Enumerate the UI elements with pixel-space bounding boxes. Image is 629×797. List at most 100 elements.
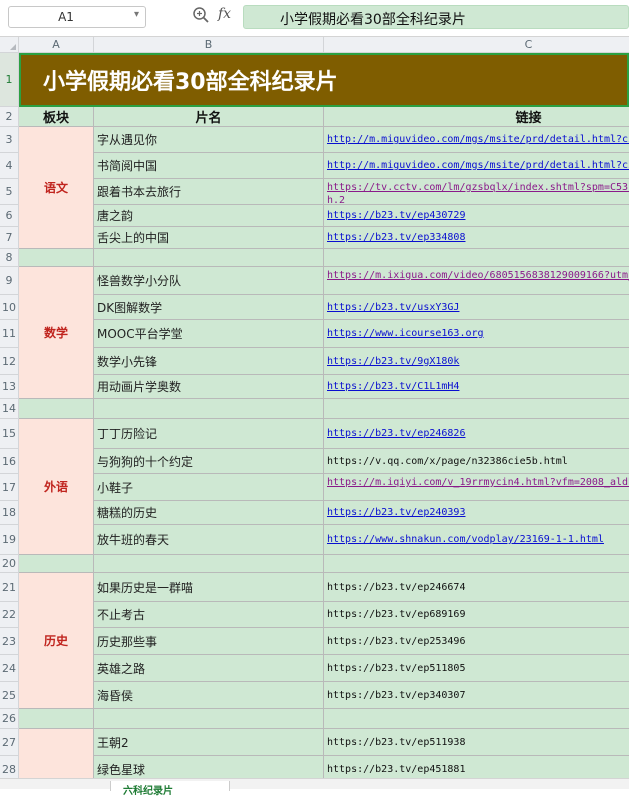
link-cell[interactable]: https://b23.tv/ep511805 [324,655,629,682]
row-header-26[interactable]: 26 [0,709,19,729]
empty-cell[interactable] [94,249,324,267]
row-header-22[interactable]: 22 [0,602,19,628]
empty-cell[interactable] [324,399,629,419]
column-header-c[interactable]: C [324,37,629,53]
row-header-1[interactable]: 1 [0,53,19,107]
link-cell[interactable]: https://m.ixigua.com/video/6805156838129… [324,267,629,295]
film-name-cell[interactable]: 字从遇见你 [94,127,324,153]
empty-cell[interactable] [19,555,94,573]
link-cell[interactable]: https://b23.tv/9gX180k [324,348,629,375]
link-cell[interactable]: https://m.iqiyi.com/v_19rrmycin4.html?vf… [324,474,629,501]
link-cell[interactable]: https://b23.tv/ep334808 [324,227,629,249]
empty-cell[interactable] [324,249,629,267]
category-cell[interactable]: 语文 [19,127,94,249]
row-header-24[interactable]: 24 [0,655,19,682]
row-header-8[interactable]: 8 [0,249,19,267]
link-cell[interactable]: https://b23.tv/ep246826 [324,419,629,449]
header-link[interactable]: 链接 [324,107,629,127]
sheet-tab[interactable]: 六科纪录片 [110,781,230,797]
link-cell[interactable]: https://b23.tv/ep430729 [324,205,629,227]
row-header-21[interactable]: 21 [0,573,19,602]
empty-cell[interactable] [94,399,324,419]
link-cell[interactable]: https://www.shnakun.com/vodplay/23169-1-… [324,525,629,555]
row-header-10[interactable]: 10 [0,295,19,320]
row-header-27[interactable]: 27 [0,729,19,756]
row-header-23[interactable]: 23 [0,628,19,655]
row-header-20[interactable]: 20 [0,555,19,573]
film-name-cell[interactable]: 跟着书本去旅行 [94,179,324,205]
link-cell[interactable]: https://b23.tv/C1L1mH4 [324,375,629,399]
column-header-b[interactable]: B [94,37,324,53]
link-cell[interactable]: https://b23.tv/ep240393 [324,501,629,525]
function-icon[interactable]: fx [218,6,231,22]
row-header-4[interactable]: 4 [0,153,19,179]
link-cell[interactable]: https://tv.cctv.com/lm/gzsbqlx/index.sht… [324,179,629,205]
film-name-cell[interactable]: DK图解数学 [94,295,324,320]
link-cell[interactable]: http://m.miguvideo.com/mgs/msite/prd/det… [324,153,629,179]
film-name-cell[interactable]: 海昏侯 [94,682,324,709]
category-cell[interactable]: 历史 [19,573,94,709]
row-header-5[interactable]: 5 [0,179,19,205]
link-cell[interactable]: https://www.icourse163.org [324,320,629,348]
empty-cell[interactable] [94,709,324,729]
category-cell[interactable]: 数学 [19,267,94,399]
title-cell[interactable]: 小学假期必看30部全科纪录片 [19,53,629,107]
film-name-cell[interactable]: 放牛班的春天 [94,525,324,555]
formula-input[interactable]: 小学假期必看30部全科纪录片 [243,5,629,29]
chevron-down-icon[interactable]: ▾ [134,9,139,20]
header-name[interactable]: 片名 [94,107,324,127]
link-cell[interactable]: http://m.miguvideo.com/mgs/msite/prd/det… [324,127,629,153]
category-cell[interactable]: 外语 [19,419,94,555]
zoom-icon[interactable] [192,6,212,28]
link-cell[interactable]: https://v.qq.com/x/page/n32386cie5b.html [324,449,629,474]
link-cell[interactable]: https://b23.tv/ep253496 [324,628,629,655]
film-name-cell[interactable]: 糖糕的历史 [94,501,324,525]
link-cell[interactable]: https://b23.tv/ep451881 [324,756,629,778]
row-header-9[interactable]: 9 [0,267,19,295]
film-name-cell[interactable]: 舌尖上的中国 [94,227,324,249]
empty-cell[interactable] [94,555,324,573]
row-header-16[interactable]: 16 [0,449,19,474]
link-cell[interactable]: https://b23.tv/usxY3GJ [324,295,629,320]
film-name-cell[interactable]: 数学小先锋 [94,348,324,375]
film-name-cell[interactable]: 小鞋子 [94,474,324,501]
row-header-25[interactable]: 25 [0,682,19,709]
spreadsheet-grid[interactable]: A B C 1 小学假期必看30部全科纪录片 2 板块 片名 链接 3 字从遇见你… [0,37,629,778]
row-header-13[interactable]: 13 [0,375,19,399]
header-category[interactable]: 板块 [19,107,94,127]
row-header-11[interactable]: 11 [0,320,19,348]
empty-cell[interactable] [324,709,629,729]
row-header-14[interactable]: 14 [0,399,19,419]
link-cell[interactable]: https://b23.tv/ep340307 [324,682,629,709]
film-name-cell[interactable]: MOOC平台学堂 [94,320,324,348]
empty-cell[interactable] [324,555,629,573]
empty-cell[interactable] [19,399,94,419]
column-header-a[interactable]: A [19,37,94,53]
row-header-17[interactable]: 17 [0,474,19,501]
link-cell[interactable]: https://b23.tv/ep511938 [324,729,629,756]
category-cell[interactable] [19,729,94,778]
row-header-19[interactable]: 19 [0,525,19,555]
empty-cell[interactable] [19,249,94,267]
film-name-cell[interactable]: 不止考古 [94,602,324,628]
row-header-12[interactable]: 12 [0,348,19,375]
film-name-cell[interactable]: 如果历史是一群喵 [94,573,324,602]
film-name-cell[interactable]: 历史那些事 [94,628,324,655]
film-name-cell[interactable]: 书简阅中国 [94,153,324,179]
link-cell[interactable]: https://b23.tv/ep246674 [324,573,629,602]
row-header-7[interactable]: 7 [0,227,19,249]
film-name-cell[interactable]: 用动画片学奥数 [94,375,324,399]
name-box[interactable]: A1 ▾ [8,6,146,28]
empty-cell[interactable] [19,709,94,729]
film-name-cell[interactable]: 王朝2 [94,729,324,756]
link-cell[interactable]: https://b23.tv/ep689169 [324,602,629,628]
row-header-2[interactable]: 2 [0,107,19,127]
film-name-cell[interactable]: 怪兽数学小分队 [94,267,324,295]
select-all-corner[interactable] [0,37,19,53]
row-header-3[interactable]: 3 [0,127,19,153]
row-header-6[interactable]: 6 [0,205,19,227]
film-name-cell[interactable]: 丁丁历险记 [94,419,324,449]
film-name-cell[interactable]: 英雄之路 [94,655,324,682]
row-header-18[interactable]: 18 [0,501,19,525]
film-name-cell[interactable]: 与狗狗的十个约定 [94,449,324,474]
